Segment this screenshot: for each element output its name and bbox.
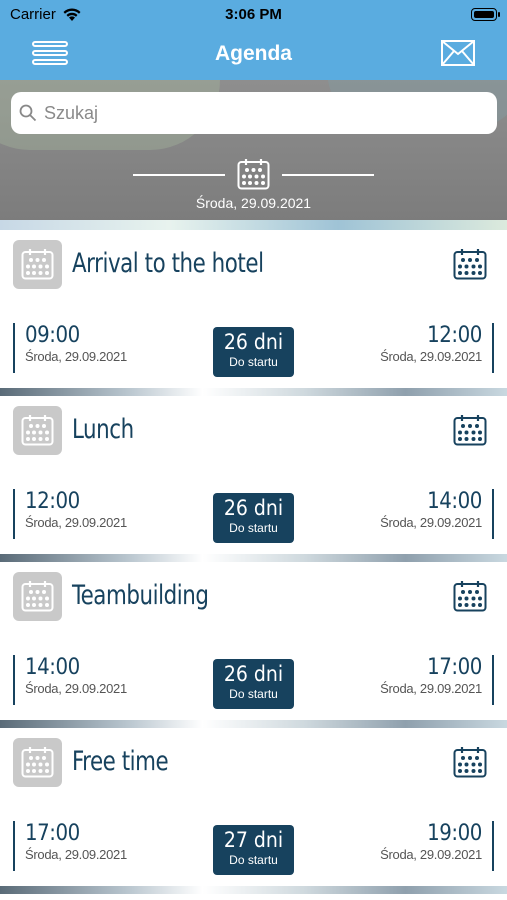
battery-icon (471, 8, 500, 21)
agenda-item[interactable]: Free time 17:00 Środa, 29.09.2021 27 dni… (0, 728, 507, 886)
start-time: 12:00 (25, 489, 80, 514)
start-date: Środa, 29.09.2021 (25, 681, 127, 696)
agenda-item[interactable]: Lunch 12:00 Środa, 29.09.2021 26 dni Do … (0, 396, 507, 554)
countdown-badge: 27 dni Do startu (213, 825, 294, 875)
end-time: 14:00 (427, 489, 482, 514)
end-time: 19:00 (427, 821, 482, 846)
divider (282, 174, 374, 176)
event-title: Arrival to the hotel (72, 248, 264, 279)
event-calendar-icon (13, 406, 62, 455)
start-time-block: 09:00 Środa, 29.09.2021 (13, 323, 127, 373)
end-time: 17:00 (427, 655, 482, 680)
start-time: 14:00 (25, 655, 80, 680)
start-date: Środa, 29.09.2021 (25, 847, 127, 862)
event-calendar-icon (13, 240, 62, 289)
card-separator (0, 720, 507, 728)
card-separator (0, 886, 507, 894)
card-separator (0, 554, 507, 562)
add-to-calendar-icon[interactable] (453, 248, 487, 280)
search-bar[interactable] (11, 92, 497, 134)
start-time-block: 17:00 Środa, 29.09.2021 (13, 821, 127, 871)
start-date: Środa, 29.09.2021 (25, 349, 127, 364)
event-title: Free time (72, 746, 169, 777)
agenda-item[interactable]: Teambuilding 14:00 Środa, 29.09.2021 26 … (0, 562, 507, 720)
search-icon (19, 104, 37, 122)
countdown-label: Do startu (229, 521, 278, 535)
end-time: 12:00 (427, 323, 482, 348)
countdown-badge: 26 dni Do startu (213, 659, 294, 709)
start-time-block: 14:00 Środa, 29.09.2021 (13, 655, 127, 705)
countdown-days: 27 dni (223, 828, 284, 852)
end-date: Środa, 29.09.2021 (380, 515, 482, 530)
event-title: Lunch (72, 414, 134, 445)
countdown-label: Do startu (229, 853, 278, 867)
countdown-days: 26 dni (223, 330, 284, 354)
countdown-days: 26 dni (223, 662, 284, 686)
countdown-badge: 26 dni Do startu (213, 327, 294, 377)
start-time: 17:00 (25, 821, 80, 846)
end-date: Środa, 29.09.2021 (380, 349, 482, 364)
selected-date: Środa, 29.09.2021 (195, 195, 312, 211)
end-time-block: 19:00 Środa, 29.09.2021 (380, 821, 494, 871)
search-input[interactable] (44, 92, 484, 134)
event-calendar-icon (13, 738, 62, 787)
page-title: Agenda (214, 42, 292, 65)
countdown-label: Do startu (229, 687, 278, 701)
calendar-icon[interactable] (237, 158, 270, 190)
add-to-calendar-icon[interactable] (453, 580, 487, 612)
end-date: Środa, 29.09.2021 (380, 847, 482, 862)
envelope-icon[interactable] (441, 40, 475, 66)
end-time-block: 12:00 Środa, 29.09.2021 (380, 323, 494, 373)
start-time-block: 12:00 Środa, 29.09.2021 (13, 489, 127, 539)
end-date: Środa, 29.09.2021 (380, 681, 482, 696)
add-to-calendar-icon[interactable] (453, 746, 487, 778)
add-to-calendar-icon[interactable] (453, 414, 487, 446)
clock: 3:06 PM (225, 6, 282, 23)
agenda-item[interactable]: Arrival to the hotel 09:00 Środa, 29.09.… (0, 230, 507, 388)
nav-bar: Agenda (0, 30, 507, 80)
start-time: 09:00 (25, 323, 80, 348)
event-title: Teambuilding (72, 580, 209, 611)
status-bar: Carrier 3:06 PM (0, 0, 507, 30)
countdown-days: 26 dni (223, 496, 284, 520)
end-time-block: 14:00 Środa, 29.09.2021 (380, 489, 494, 539)
end-time-block: 17:00 Środa, 29.09.2021 (380, 655, 494, 705)
start-date: Środa, 29.09.2021 (25, 515, 127, 530)
card-separator (0, 388, 507, 396)
countdown-label: Do startu (229, 355, 278, 369)
event-calendar-icon (13, 572, 62, 621)
divider (133, 174, 225, 176)
countdown-badge: 26 dni Do startu (213, 493, 294, 543)
